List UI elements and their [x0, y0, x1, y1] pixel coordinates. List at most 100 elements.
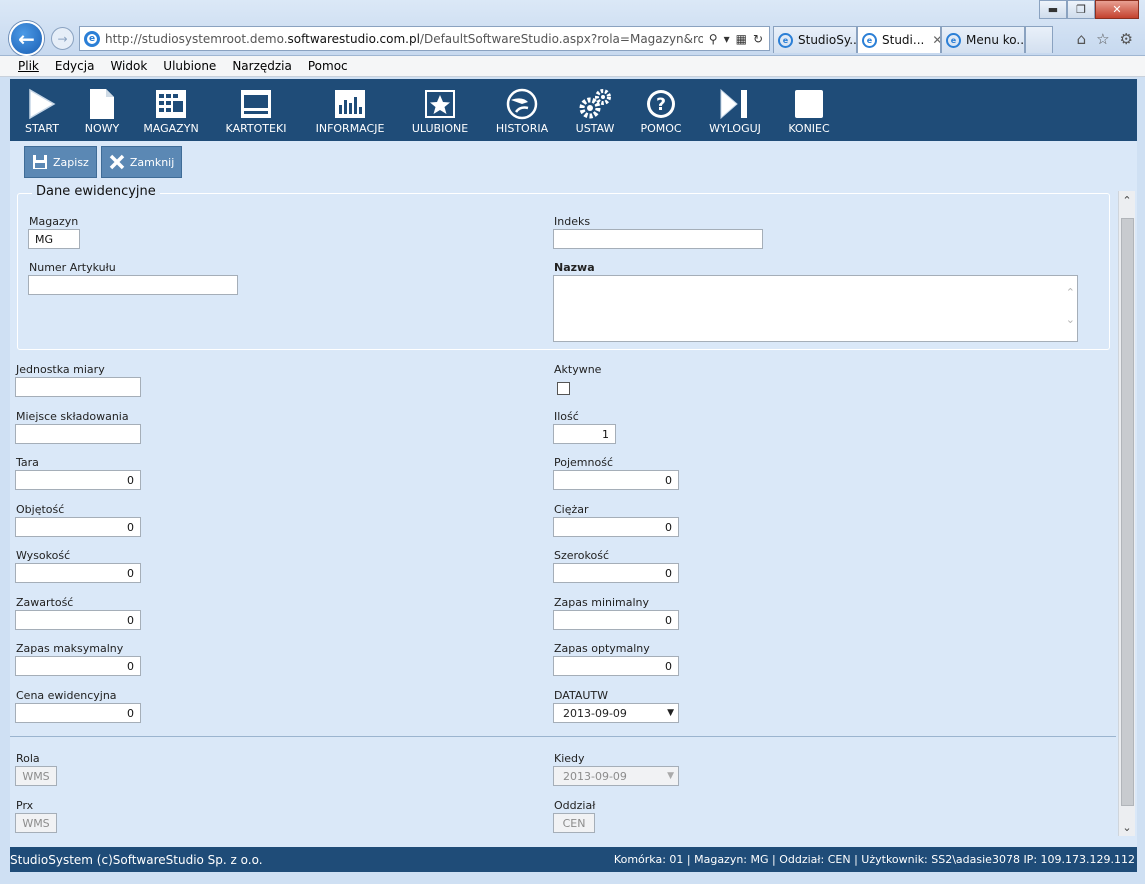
chevron-down-icon[interactable]: ⌄ — [1066, 313, 1075, 326]
datautw-select[interactable]: 2013-09-09 ▼ — [553, 703, 679, 723]
rola-field: WMS — [15, 766, 57, 786]
wysokosc-field[interactable]: 0 — [15, 563, 141, 583]
ciezar-label: Ciężar — [554, 503, 589, 516]
menu-edycja[interactable]: Edycja — [55, 59, 95, 73]
browser-chrome: ▬ ❐ ✕ ← → e http://studiosystemroot.demo… — [0, 0, 1145, 56]
minimize-button[interactable]: ▬ — [1039, 0, 1067, 19]
datautw-label: DATAUTW — [554, 689, 608, 702]
jednostka-miary-field[interactable] — [15, 377, 141, 397]
dropdown-icon[interactable]: ▾ — [724, 32, 730, 46]
history-icon — [506, 88, 538, 120]
forward-button[interactable]: → — [51, 27, 74, 50]
main-content: Zapisz Zamknij Dane ewidencyjne Magazyn … — [10, 141, 1137, 847]
zapas-maksymalny-label: Zapas maksymalny — [16, 642, 124, 655]
chevron-down-icon[interactable]: ⌄ — [1119, 818, 1135, 836]
toolbar-nowy[interactable]: NOWY — [70, 79, 134, 135]
arrow-right-icon: → — [57, 31, 68, 46]
indeks-field[interactable] — [553, 229, 763, 249]
objetosc-label: Objętość — [16, 503, 65, 516]
ie-icon: e — [84, 30, 100, 47]
tab-studiosystem[interactable]: e StudioSy... — [773, 26, 857, 53]
jednostka-miary-label: Jednostka miary — [16, 363, 105, 376]
toolbar-historia[interactable]: HISTORIA — [484, 79, 560, 135]
tara-label: Tara — [16, 456, 39, 469]
magazyn-field[interactable]: MG — [28, 229, 80, 249]
toolbar-ulubione[interactable]: ULUBIONE — [396, 79, 484, 135]
nazwa-label: Nazwa — [554, 261, 595, 274]
toolbar-informacje[interactable]: INFORMACJE — [304, 79, 396, 135]
toolbar-kartoteki[interactable]: KARTOTEKI — [208, 79, 304, 135]
tara-field[interactable]: 0 — [15, 470, 141, 490]
nazwa-textarea[interactable]: ⌃ ⌄ — [553, 275, 1078, 342]
floppy-icon — [32, 154, 48, 170]
textarea-scrollbar: ⌃ ⌄ — [1066, 286, 1075, 326]
chevron-up-icon[interactable]: ⌃ — [1066, 286, 1075, 299]
menu-ulubione[interactable]: Ulubione — [163, 59, 216, 73]
toolbar-magazyn[interactable]: MAGAZYN — [134, 79, 208, 135]
star-icon[interactable]: ☆ — [1096, 30, 1109, 48]
indeks-label: Indeks — [554, 215, 591, 228]
tab-studi-active[interactable]: eStudi...✕ — [857, 26, 941, 53]
aktywne-checkbox[interactable] — [557, 382, 570, 395]
menu-plik[interactable]: Plik — [18, 59, 39, 73]
toolbar-start[interactable]: START — [14, 79, 70, 135]
address-bar[interactable]: e http://studiosystemroot.demo.softwares… — [79, 26, 770, 51]
magazyn-label: Magazyn — [29, 215, 79, 228]
toolbar-pomoc[interactable]: ? POMOC — [630, 79, 692, 135]
toolbar-koniec[interactable]: KONIEC — [778, 79, 840, 135]
objetosc-field[interactable]: 0 — [15, 517, 141, 537]
save-button[interactable]: Zapisz — [24, 146, 97, 178]
close-icon[interactable]: ✕ — [932, 33, 940, 47]
maximize-button[interactable]: ❐ — [1067, 0, 1095, 19]
help-icon: ? — [645, 88, 677, 120]
scrollbar-thumb[interactable] — [1121, 218, 1134, 806]
szerokosc-label: Szerokość — [554, 549, 610, 562]
zawartosc-field[interactable]: 0 — [15, 610, 141, 630]
refresh-icon[interactable]: ↻ — [753, 32, 763, 46]
toolbar-wyloguj[interactable]: WYLOGUJ — [692, 79, 778, 135]
zapas-optymalny-field[interactable]: 0 — [553, 656, 679, 676]
page-scrollbar[interactable]: ⌃ ⌄ — [1118, 191, 1135, 836]
new-tab-button[interactable] — [1025, 26, 1053, 53]
pojemnosc-field[interactable]: 0 — [553, 470, 679, 490]
ie-icon: e — [862, 32, 877, 48]
stop-icon — [793, 88, 825, 120]
szerokosc-field[interactable]: 0 — [553, 563, 679, 583]
cena-ewidencyjna-field[interactable]: 0 — [15, 703, 141, 723]
address-url: http://studiosystemroot.demo.softwarestu… — [105, 31, 703, 46]
search-icon[interactable]: ⚲ — [709, 32, 718, 46]
menu-narzedzia[interactable]: Narzędzia — [232, 59, 292, 73]
zapas-minimalny-field[interactable]: 0 — [553, 610, 679, 630]
session-info: Komórka: 01 | Magazyn: MG | Oddział: CEN… — [613, 853, 1135, 866]
menu-pomoc[interactable]: Pomoc — [308, 59, 348, 73]
ie-icon: e — [946, 32, 961, 48]
kiedy-label: Kiedy — [554, 752, 585, 765]
zapas-optymalny-label: Zapas optymalny — [554, 642, 650, 655]
star-icon — [424, 88, 456, 120]
gear-icon[interactable]: ⚙ — [1120, 30, 1133, 48]
home-icon[interactable]: ⌂ — [1077, 30, 1087, 48]
close-icon — [109, 154, 125, 170]
arrow-left-icon: ← — [18, 26, 35, 51]
tab-menu-kontekstowe[interactable]: e Menu ko... — [941, 26, 1025, 53]
chevron-up-icon[interactable]: ⌃ — [1119, 191, 1135, 209]
toolbar-ustaw[interactable]: USTAW — [560, 79, 630, 135]
kiedy-select: 2013-09-09 ▼ — [553, 766, 679, 786]
status-bar: StudioSystem (c)SoftwareStudio Sp. z o.o… — [10, 847, 1137, 872]
ilosc-field[interactable]: 1 — [553, 424, 616, 444]
pojemnosc-label: Pojemność — [554, 456, 613, 469]
numer-artykulu-field[interactable] — [28, 275, 238, 295]
window-controls: ▬ ❐ ✕ — [1039, 0, 1139, 19]
compat-icon[interactable]: ▦ — [736, 32, 747, 46]
close-button[interactable]: Zamknij — [100, 146, 183, 178]
menu-widok[interactable]: Widok — [110, 59, 147, 73]
grid-icon — [155, 88, 187, 120]
miejsce-skladowania-label: Miejsce składowania — [16, 410, 129, 423]
prx-label: Prx — [16, 799, 34, 812]
back-button[interactable]: ← — [9, 21, 44, 56]
ciezar-field[interactable]: 0 — [553, 517, 679, 537]
play-icon — [28, 88, 56, 120]
miejsce-skladowania-field[interactable] — [15, 424, 141, 444]
zapas-maksymalny-field[interactable]: 0 — [15, 656, 141, 676]
close-window-button[interactable]: ✕ — [1095, 0, 1139, 19]
